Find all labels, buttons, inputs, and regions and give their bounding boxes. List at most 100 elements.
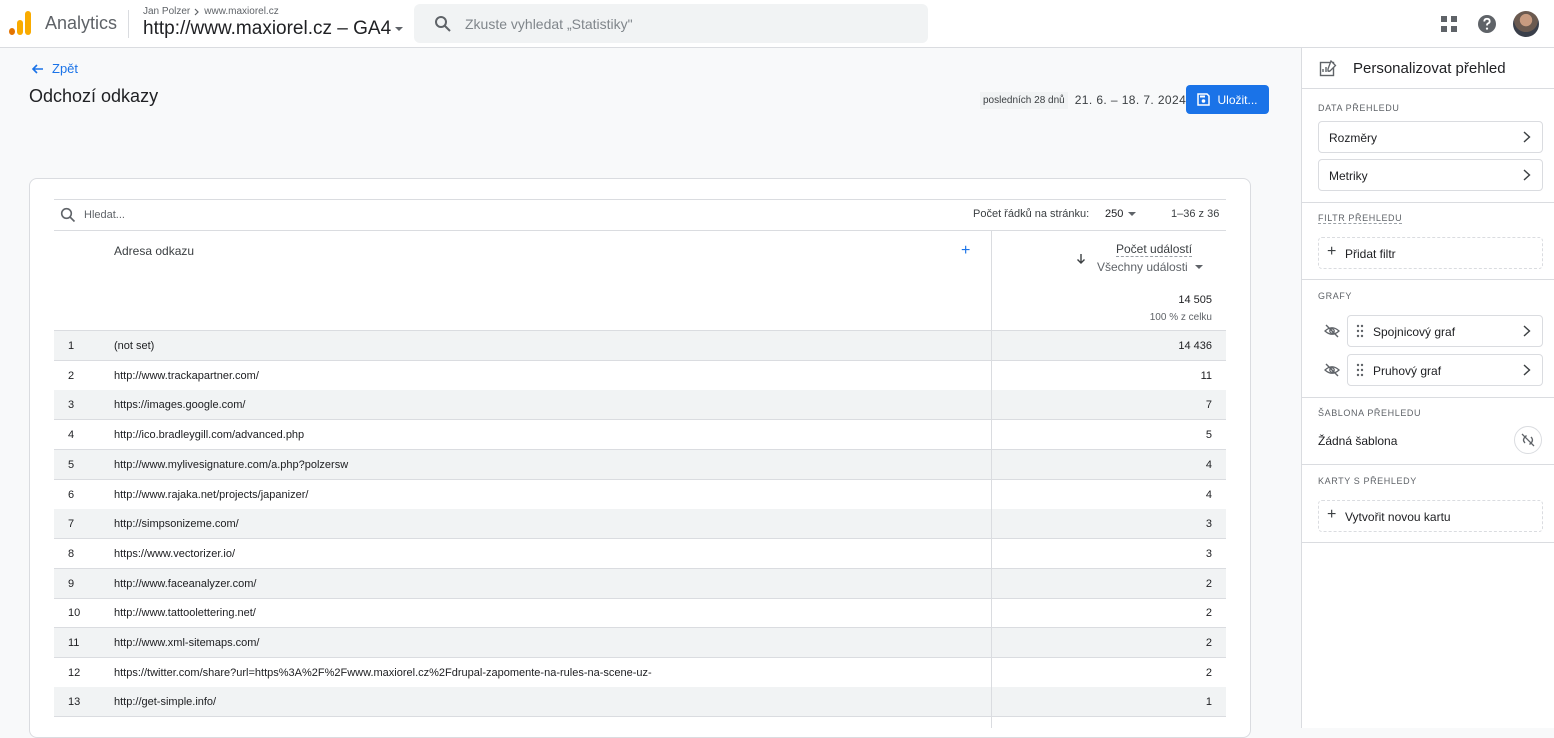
- row-index: 10: [68, 607, 81, 620]
- table-row[interactable]: 5 http://www.mylivesignature.com/a.php?po…: [54, 449, 1226, 480]
- table-row[interactable]: 10 http://www.tattoolettering.net/2: [54, 598, 1226, 629]
- search-placeholder: Zkuste vyhledat „Statistiky": [465, 16, 633, 32]
- row-event-count: 11: [1200, 369, 1212, 382]
- section-divider: [1302, 542, 1554, 543]
- row-event-count: 3: [1205, 518, 1212, 531]
- data-section-label: DATA PŘEHLEDU: [1318, 103, 1400, 113]
- avatar[interactable]: [1513, 11, 1539, 37]
- table-row[interactable]: 1 (not set) 14 436: [54, 331, 1226, 361]
- drag-handle-icon[interactable]: [1356, 324, 1364, 338]
- back-label: Zpět: [52, 61, 79, 76]
- visibility-off-icon[interactable]: [1324, 362, 1340, 378]
- caret-down-icon: [1194, 265, 1203, 269]
- table-row[interactable]: 2 http://www.trackapartner.com/11: [54, 361, 1226, 391]
- row-link-url: http://www.tattoolettering.net/: [114, 607, 256, 620]
- panel-header: Personalizovat přehled: [1301, 48, 1554, 89]
- chevron-right-icon: [1523, 364, 1531, 376]
- row-link-url: http://get-simple.info/: [114, 696, 217, 709]
- plus-icon: +: [1327, 243, 1337, 260]
- search-icon: [60, 207, 76, 223]
- bar-chart-label: Pruhový graf: [1373, 364, 1442, 378]
- table-row[interactable]: 8 https://www.vectorizer.io/3: [54, 539, 1226, 569]
- metric-total: 14 505: [1178, 294, 1212, 306]
- table-row[interactable]: 6 http://www.rajaka.net/projects/japanize…: [54, 480, 1226, 510]
- customize-report-icon: [1319, 60, 1337, 77]
- bar-chart-row: Pruhový graf: [1318, 354, 1543, 386]
- row-link-url: http://www.xml-sitemaps.com/: [114, 637, 260, 649]
- row-event-count: 2: [1205, 666, 1212, 679]
- property-selector[interactable]: http://www.maxiorel.cz – GA4: [143, 18, 404, 40]
- row-event-count: 5: [1205, 429, 1212, 442]
- visibility-off-icon[interactable]: [1324, 323, 1340, 339]
- table-row[interactable]: 7 http://simpsonizeme.com/3: [54, 509, 1226, 540]
- global-search[interactable]: Zkuste vyhledat „Statistiky": [414, 4, 928, 43]
- caret-down-icon: [395, 27, 404, 31]
- line-chart-row: Spojnicový graf: [1318, 315, 1543, 347]
- rows-per-page-select[interactable]: 250: [1105, 208, 1137, 220]
- row-link-url: http://simpsonizeme.com/: [114, 518, 239, 531]
- date-range-picker[interactable]: posledních 28 dnů 21. 6. – 18. 7. 2024: [980, 90, 1186, 110]
- row-link-url: http://www.mylivesignature.com/a.php?pol…: [114, 458, 349, 471]
- row-event-count: 2: [1205, 577, 1212, 590]
- save-button[interactable]: Uložit...: [1186, 85, 1269, 114]
- row-index: 3: [68, 399, 75, 412]
- search-icon: [435, 16, 451, 32]
- section-divider: [1302, 202, 1554, 203]
- add-dimension-icon[interactable]: +: [961, 242, 970, 260]
- dimension-header[interactable]: Adresa odkazu: [114, 244, 194, 258]
- sort-descending-icon[interactable]: [1076, 253, 1086, 265]
- drag-handle-icon[interactable]: [1356, 363, 1364, 377]
- table-row[interactable]: 13 http://get-simple.info/1: [54, 687, 1226, 718]
- row-index: 4: [68, 429, 75, 442]
- row-link-url: http://ico.bradleygill.com/advanced.php: [114, 429, 305, 442]
- chevron-right-icon: [1523, 131, 1531, 143]
- unlink-template-button[interactable]: [1514, 426, 1542, 454]
- line-chart-button[interactable]: Spojnicový graf: [1347, 315, 1543, 347]
- row-link-url: (not set): [114, 340, 155, 352]
- row-event-count: 3: [1205, 547, 1212, 560]
- metric-filter-select[interactable]: Všechny události: [1097, 260, 1203, 274]
- section-divider: [1302, 279, 1554, 280]
- table-row[interactable]: 3 https://images.google.com/7: [54, 390, 1226, 421]
- analytics-logo-icon[interactable]: [8, 11, 32, 35]
- table-row[interactable]: 11 http://www.xml-sitemaps.com/2: [54, 628, 1226, 658]
- apps-grid-icon[interactable]: [1437, 12, 1461, 36]
- save-icon: [1197, 93, 1211, 106]
- metric-header[interactable]: Počet událostí: [1116, 242, 1193, 257]
- table-row[interactable]: 4 http://ico.bradleygill.com/advanced.php…: [54, 420, 1226, 451]
- add-filter-button[interactable]: + Přidat filtr: [1318, 237, 1543, 269]
- dimensions-button[interactable]: Rozměry: [1318, 121, 1543, 153]
- pagination-range: 1–36 z 36: [1171, 208, 1220, 220]
- table-row[interactable]: 9 http://www.faceanalyzer.com/2: [54, 568, 1226, 599]
- column-divider: [991, 231, 992, 728]
- chevron-right-icon: [1523, 169, 1531, 181]
- help-icon[interactable]: [1475, 12, 1499, 36]
- metric-total-share: 100 % z celku: [1149, 312, 1212, 323]
- account-breadcrumb[interactable]: Jan Polzer www.maxiorel.cz: [143, 6, 279, 17]
- row-link-url: http://www.faceanalyzer.com/: [114, 577, 257, 590]
- save-label: Uložit...: [1217, 92, 1258, 107]
- create-card-button[interactable]: + Vytvořit novou kartu: [1318, 500, 1543, 532]
- line-chart-label: Spojnicový graf: [1373, 325, 1456, 339]
- create-card-label: Vytvořit novou kartu: [1345, 510, 1451, 524]
- metrics-button[interactable]: Metriky: [1318, 159, 1543, 191]
- table-row[interactable]: 12 https://twitter.com/share?url=https%3A…: [54, 658, 1226, 688]
- section-divider: [1302, 464, 1554, 465]
- dimensions-label: Rozměry: [1329, 131, 1378, 145]
- panel-title: Personalizovat přehled: [1353, 60, 1506, 77]
- cards-section-label: KARTY S PŘEHLEDY: [1318, 476, 1417, 486]
- rows-per-page-label: Počet řádků na stránku:: [973, 208, 1090, 220]
- back-link[interactable]: Zpět: [31, 61, 78, 76]
- row-index: 5: [68, 458, 75, 471]
- row-link-url: http://www.trackapartner.com/: [114, 369, 259, 382]
- charts-section-label: GRAFY: [1318, 291, 1353, 301]
- chevron-right-icon: [1523, 325, 1531, 337]
- row-event-count: 2: [1205, 637, 1212, 649]
- row-index: 12: [68, 666, 81, 679]
- bar-chart-button[interactable]: Pruhový graf: [1347, 354, 1543, 386]
- row-index: 6: [68, 488, 75, 501]
- metrics-label: Metriky: [1329, 169, 1368, 183]
- add-filter-label: Přidat filtr: [1345, 247, 1396, 261]
- row-event-count: 2: [1205, 607, 1212, 620]
- date-range-label: posledních 28 dnů: [980, 91, 1068, 109]
